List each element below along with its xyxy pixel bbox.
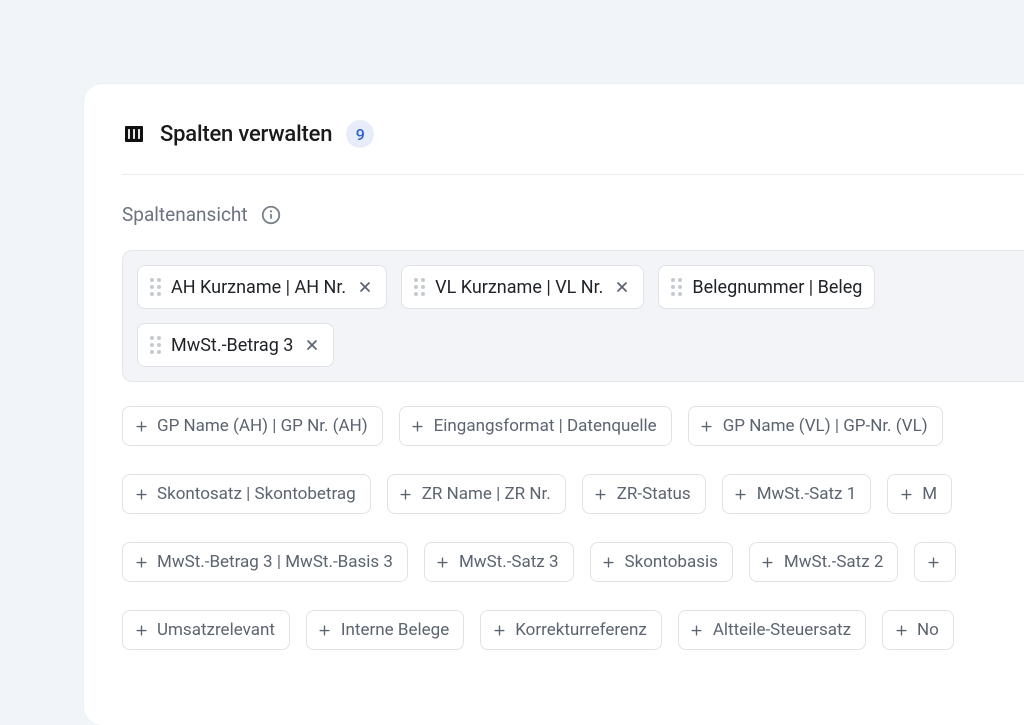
- add-column-chip[interactable]: [914, 542, 956, 582]
- selected-columns-area: AH Kurzname | AH Nr. VL Kurzname | VL Nr…: [122, 250, 1024, 382]
- plus-icon: [898, 486, 914, 502]
- plus-icon: [925, 554, 941, 570]
- plus-icon: [133, 554, 149, 570]
- chip-label: Umsatzrelevant: [157, 620, 275, 640]
- add-column-chip[interactable]: Skontobasis: [590, 542, 733, 582]
- add-column-chip[interactable]: MwSt.-Satz 2: [749, 542, 899, 582]
- available-columns-area: GP Name (AH) | GP Nr. (AH) Eingangsforma…: [122, 406, 1024, 650]
- plus-icon: [601, 554, 617, 570]
- add-column-chip[interactable]: Umsatzrelevant: [122, 610, 290, 650]
- drag-handle-icon[interactable]: [671, 278, 682, 296]
- drag-handle-icon[interactable]: [414, 278, 425, 296]
- chip-label: GP Name (AH) | GP Nr. (AH): [157, 416, 368, 436]
- chip-label: Eingangsformat | Datenquelle: [434, 416, 657, 436]
- add-column-chip[interactable]: GP Name (VL) | GP-Nr. (VL): [688, 406, 943, 446]
- drag-handle-icon[interactable]: [150, 278, 161, 296]
- chip-label: AH Kurzname | AH Nr.: [171, 277, 346, 298]
- add-column-chip[interactable]: MwSt.-Betrag 3 | MwSt.-Basis 3: [122, 542, 408, 582]
- plus-icon: [133, 486, 149, 502]
- plus-icon: [593, 486, 609, 502]
- selected-column-chip[interactable]: VL Kurzname | VL Nr.: [401, 265, 644, 309]
- columns-icon: [122, 122, 146, 146]
- section-label-row: Spaltenansicht: [122, 203, 1024, 226]
- plus-icon: [410, 418, 426, 434]
- selected-column-chip[interactable]: AH Kurzname | AH Nr.: [137, 265, 387, 309]
- add-column-chip[interactable]: Eingangsformat | Datenquelle: [399, 406, 672, 446]
- chip-label: MwSt.-Satz 2: [784, 552, 884, 572]
- chip-label: MwSt.-Betrag 3: [171, 335, 293, 356]
- add-column-chip[interactable]: MwSt.-Satz 3: [424, 542, 574, 582]
- plus-icon: [893, 622, 909, 638]
- add-column-chip[interactable]: Altteile-Steuersatz: [678, 610, 866, 650]
- plus-icon: [133, 622, 149, 638]
- drag-handle-icon[interactable]: [150, 336, 161, 354]
- add-column-chip[interactable]: Skontosatz | Skontobetrag: [122, 474, 371, 514]
- add-column-chip[interactable]: ZR Name | ZR Nr.: [387, 474, 566, 514]
- add-column-chip[interactable]: Korrekturreferenz: [480, 610, 662, 650]
- manage-columns-panel: Spalten verwalten 9 Spaltenansicht AH Ku…: [84, 84, 1024, 725]
- plus-icon: [133, 418, 149, 434]
- chip-label: VL Kurzname | VL Nr.: [435, 277, 603, 298]
- plus-icon: [689, 622, 705, 638]
- add-column-chip[interactable]: ZR-Status: [582, 474, 706, 514]
- plus-icon: [760, 554, 776, 570]
- chip-label: Interne Belege: [341, 620, 449, 640]
- chip-label: ZR-Status: [617, 484, 691, 504]
- chip-label: MwSt.-Betrag 3 | MwSt.-Basis 3: [157, 552, 393, 572]
- chip-label: M: [922, 484, 937, 504]
- add-column-chip[interactable]: Interne Belege: [306, 610, 464, 650]
- add-column-chip[interactable]: GP Name (AH) | GP Nr. (AH): [122, 406, 383, 446]
- section-label: Spaltenansicht: [122, 203, 248, 226]
- chip-label: No: [917, 620, 939, 640]
- column-count-badge: 9: [346, 120, 374, 148]
- plus-icon: [435, 554, 451, 570]
- chip-label: Skontosatz | Skontobetrag: [157, 484, 356, 504]
- chip-label: MwSt.-Satz 3: [459, 552, 559, 572]
- plus-icon: [733, 486, 749, 502]
- remove-icon[interactable]: [613, 278, 631, 296]
- add-column-chip[interactable]: M: [887, 474, 952, 514]
- plus-icon: [317, 622, 333, 638]
- plus-icon: [699, 418, 715, 434]
- chip-label: Belegnummer | Beleg: [692, 277, 862, 298]
- panel-header: Spalten verwalten 9: [122, 120, 1024, 175]
- add-column-chip[interactable]: MwSt.-Satz 1: [722, 474, 872, 514]
- chip-label: ZR Name | ZR Nr.: [422, 484, 551, 504]
- info-icon[interactable]: [260, 204, 282, 226]
- selected-column-chip[interactable]: MwSt.-Betrag 3: [137, 323, 334, 367]
- chip-label: Korrekturreferenz: [515, 620, 647, 640]
- remove-icon[interactable]: [356, 278, 374, 296]
- chip-label: MwSt.-Satz 1: [757, 484, 857, 504]
- plus-icon: [491, 622, 507, 638]
- chip-label: GP Name (VL) | GP-Nr. (VL): [723, 416, 928, 436]
- chip-label: Skontobasis: [625, 552, 718, 572]
- plus-icon: [398, 486, 414, 502]
- remove-icon[interactable]: [303, 336, 321, 354]
- panel-title: Spalten verwalten: [160, 122, 332, 147]
- add-column-chip[interactable]: No: [882, 610, 954, 650]
- selected-column-chip[interactable]: Belegnummer | Beleg: [658, 265, 875, 309]
- chip-label: Altteile-Steuersatz: [713, 620, 851, 640]
